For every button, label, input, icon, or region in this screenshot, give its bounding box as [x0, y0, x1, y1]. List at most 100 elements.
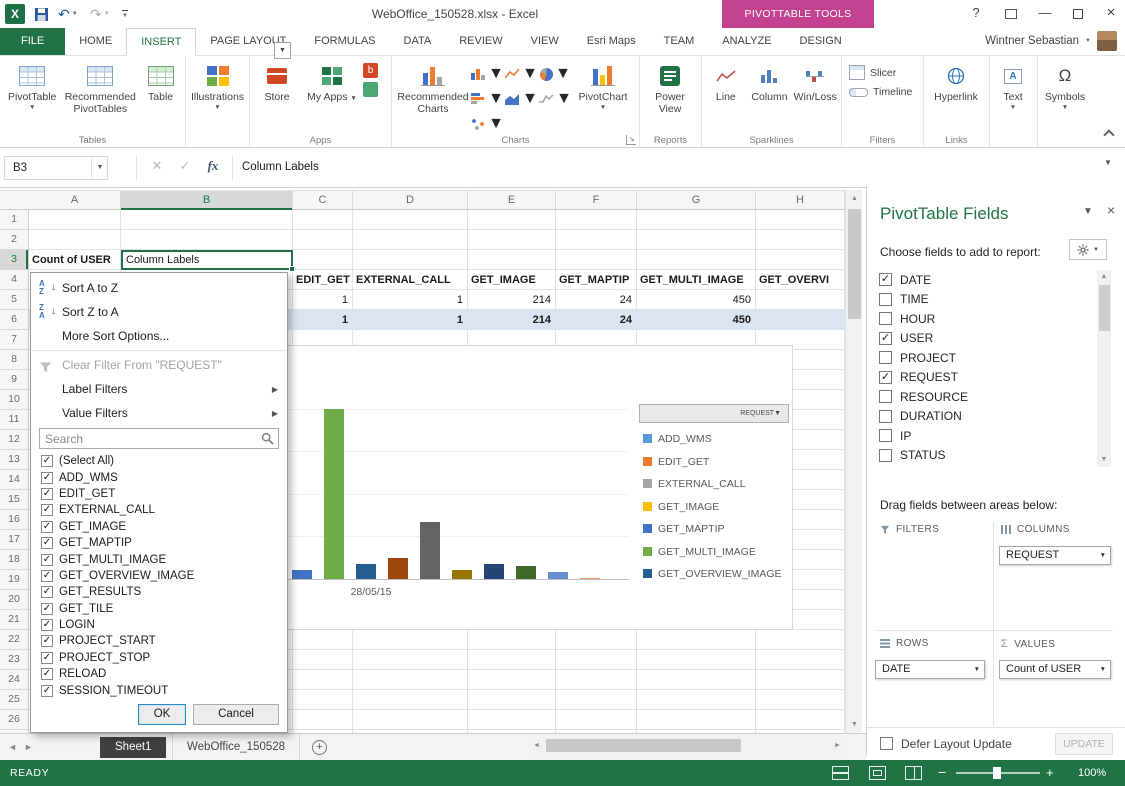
row-header-16[interactable]: 16 [0, 510, 28, 530]
field-list-item[interactable]: HOUR [875, 309, 1095, 329]
tab-data[interactable]: DATA [390, 28, 446, 55]
pivot-value-cell[interactable]: 214 [468, 293, 551, 307]
filter-search-input[interactable] [39, 428, 279, 449]
label-filters-menu-item[interactable]: Label Filters ▶ [31, 377, 287, 401]
timeline-button[interactable]: Timeline [845, 83, 920, 101]
field-list-item[interactable]: ✓USER [875, 329, 1095, 349]
field-list-item[interactable]: ✓REQUEST [875, 368, 1095, 388]
row-header-1[interactable]: 1 [0, 210, 28, 230]
row-header-23[interactable]: 23 [0, 650, 28, 670]
my-apps-button[interactable]: My Apps ▼ [301, 57, 363, 134]
insert-stock-chart-button[interactable]: ▼ [539, 87, 572, 111]
field-list-scrollbar[interactable]: ▲ ▼ [1097, 270, 1111, 467]
column-labels-filter-dropdown-button[interactable]: ▼ [274, 42, 291, 59]
value-filters-menu-item[interactable]: Value Filters ▶ [31, 401, 287, 425]
row-header-13[interactable]: 13 [0, 450, 28, 470]
pane-close-icon[interactable]: × [1107, 202, 1115, 218]
tab-view[interactable]: VIEW [517, 28, 573, 55]
insert-area-chart-button[interactable]: ▼ [505, 87, 538, 111]
tab-home[interactable]: HOME [65, 28, 126, 55]
field-list-item[interactable]: ✓DATE [875, 270, 1095, 290]
ribbon-display-options-button[interactable] [997, 0, 1025, 28]
scroll-down-arrow-icon[interactable]: ▼ [1097, 453, 1111, 467]
row-header-20[interactable]: 20 [0, 590, 28, 610]
field-list-item[interactable]: TIME [875, 290, 1095, 310]
column-header-B[interactable]: B [121, 191, 293, 210]
scroll-down-arrow-icon[interactable]: ▼ [846, 716, 863, 733]
filter-list-item[interactable]: ✓EXTERNAL_CALL [41, 502, 281, 518]
illustrations-button[interactable]: Illustrations ▼ [189, 57, 246, 134]
pivot-value-cell[interactable]: 1 [293, 293, 348, 307]
pivottable-button[interactable]: PivotTable ▼ [3, 57, 61, 134]
hyperlink-button[interactable]: Hyperlink [927, 57, 985, 134]
sheet-tab-weboffice[interactable]: WebOffice_150528 [172, 734, 300, 760]
row-header-24[interactable]: 24 [0, 670, 28, 690]
charts-dialog-launcher[interactable]: ↘ [626, 135, 636, 145]
row-header-22[interactable]: 22 [0, 630, 28, 650]
people-graph-icon[interactable] [363, 82, 378, 97]
row-header-3[interactable]: 3 [0, 250, 28, 270]
sheet-tab-sheet1[interactable]: Sheet1 [100, 737, 166, 758]
pivot-total-cell[interactable]: 24 [556, 313, 632, 327]
cancel-entry-button[interactable]: ✕ [146, 158, 168, 174]
filter-list-item[interactable]: ✓PROJECT_START [41, 633, 281, 649]
column-header-H[interactable]: H [756, 191, 845, 210]
tab-esri-maps[interactable]: Esri Maps [573, 28, 650, 55]
pivot-total-cell[interactable]: 1 [353, 313, 463, 327]
name-box-dropdown-arrow-icon[interactable]: ▼ [91, 157, 108, 179]
pivot-value-cell[interactable]: 1 [353, 293, 463, 307]
tab-formulas[interactable]: FORMULAS [300, 28, 389, 55]
tab-team[interactable]: TEAM [650, 28, 709, 55]
field-list-item[interactable]: DURATION [875, 407, 1095, 427]
bing-maps-icon[interactable]: b [363, 63, 378, 78]
tab-insert[interactable]: INSERT [126, 28, 196, 56]
row-header-26[interactable]: 26 [0, 710, 28, 730]
more-sort-options-menu-item[interactable]: More Sort Options... [31, 324, 287, 348]
filter-list-item[interactable]: ✓GET_IMAGE [41, 519, 281, 535]
horizontal-scrollbar[interactable]: ◄ ► [528, 737, 846, 754]
pivot-value-cell[interactable]: 24 [556, 293, 632, 307]
sparkline-winloss-button[interactable]: Win/Loss [792, 57, 838, 134]
pivot-column-label[interactable]: GET_OVERVI [759, 273, 829, 287]
tab-design[interactable]: DESIGN [786, 28, 856, 55]
store-button[interactable]: Store [253, 57, 301, 134]
cancel-button[interactable]: Cancel [193, 704, 279, 725]
defer-layout-checkbox[interactable] [880, 737, 893, 750]
pivot-column-label[interactable]: GET_MULTI_IMAGE [640, 273, 744, 287]
name-box[interactable]: B3 ▼ [4, 156, 108, 180]
normal-view-button[interactable] [832, 766, 849, 780]
field-list-item[interactable]: STATUS [875, 446, 1095, 466]
pivot-total-cell[interactable]: 214 [468, 313, 551, 327]
tab-review[interactable]: REVIEW [445, 28, 516, 55]
row-header-7[interactable]: 7 [0, 330, 28, 350]
collapse-ribbon-button[interactable] [1103, 129, 1114, 140]
row-header-10[interactable]: 10 [0, 390, 28, 410]
row-header-15[interactable]: 15 [0, 490, 28, 510]
page-layout-view-button[interactable] [869, 766, 886, 780]
row-header-12[interactable]: 12 [0, 430, 28, 450]
new-sheet-button[interactable]: + [312, 740, 327, 755]
row-header-17[interactable]: 17 [0, 530, 28, 550]
tab-analyze[interactable]: ANALYZE [708, 28, 785, 55]
row-header-5[interactable]: 5 [0, 290, 28, 310]
pivot-value-cell[interactable]: 450 [637, 293, 751, 307]
row-header-14[interactable]: 14 [0, 470, 28, 490]
recommended-charts-button[interactable]: Recommended Charts [395, 57, 471, 134]
row-header-6[interactable]: 6 [0, 310, 28, 330]
filter-list-item[interactable]: ✓PROJECT_STOP [41, 650, 281, 666]
filter-list-item[interactable]: ✓ADD_WMS [41, 469, 281, 485]
formula-content[interactable]: Column Labels [242, 161, 319, 173]
pivot-column-label[interactable]: EXTERNAL_CALL [356, 273, 451, 287]
column-header-D[interactable]: D [353, 191, 468, 210]
field-list-item[interactable]: PROJECT [875, 348, 1095, 368]
column-header-C[interactable]: C [293, 191, 353, 210]
recommended-pivottables-button[interactable]: Recommended PivotTables [61, 57, 139, 134]
column-header-A[interactable]: A [29, 191, 121, 210]
filter-list-item[interactable]: ✓LOGIN [41, 617, 281, 633]
sort-z-to-a-menu-item[interactable]: ZA↓ Sort Z to A [31, 300, 287, 324]
text-button[interactable]: A Text ▼ [993, 57, 1033, 134]
insert-pie-chart-button[interactable]: ▼ [539, 62, 572, 86]
table-button[interactable]: Table [139, 57, 182, 134]
next-sheet-arrow-icon[interactable]: ► [24, 742, 33, 752]
ok-button[interactable]: OK [138, 704, 186, 725]
